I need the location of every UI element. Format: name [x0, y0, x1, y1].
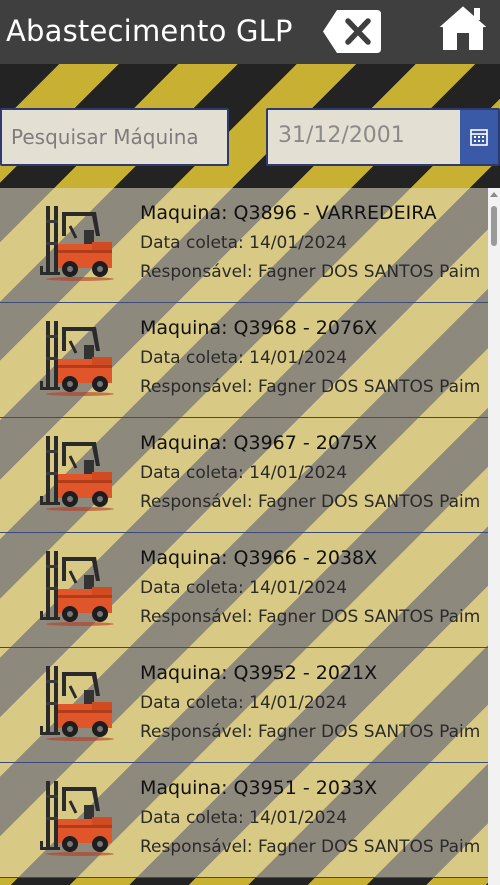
- machine-name: Maquina: Q3966 - 2038X: [140, 547, 378, 569]
- calendar-button[interactable]: [460, 110, 498, 164]
- list-item[interactable]: Maquina: Q3966 - 2038X Data coleta: 14/0…: [0, 533, 488, 648]
- list-item[interactable]: Maquina: Q3968 - 2076X Data coleta: 14/0…: [0, 303, 488, 418]
- forklift-icon: [40, 551, 114, 626]
- date-field[interactable]: 31/12/2001: [266, 108, 500, 166]
- forklift-icon: [40, 666, 114, 741]
- collection-date: Data coleta: 14/01/2024: [140, 463, 348, 483]
- collection-date: Data coleta: 14/01/2024: [140, 693, 348, 713]
- responsible-name: Responsável: Fagner DOS SANTOS Paim: [140, 262, 481, 282]
- machine-name: Maquina: Q3951 - 2033X: [140, 777, 378, 799]
- backspace-x-icon: [323, 10, 381, 53]
- responsible-name: Responsável: Fagner DOS SANTOS Paim: [140, 722, 481, 742]
- home-button[interactable]: [434, 2, 492, 54]
- collection-date: Data coleta: 14/01/2024: [140, 578, 348, 598]
- page-title: Abastecimento GLP: [6, 14, 293, 48]
- list-item[interactable]: Maquina: Q3951 - 2033X Data coleta: 14/0…: [0, 763, 488, 878]
- app-screen: Abastecimento GLP 31/12/2001: [0, 0, 500, 885]
- header-bar: Abastecimento GLP: [0, 0, 500, 64]
- responsible-name: Responsável: Fagner DOS SANTOS Paim: [140, 492, 481, 512]
- responsible-name: Responsável: Fagner DOS SANTOS Paim: [140, 837, 481, 857]
- machine-name: Maquina: Q3968 - 2076X: [140, 317, 378, 339]
- forklift-icon: [40, 781, 114, 856]
- machine-name: Maquina: Q3896 - VARREDEIRA: [140, 202, 437, 224]
- calendar-icon: [470, 129, 488, 146]
- collection-date: Data coleta: 14/01/2024: [140, 348, 348, 368]
- search-machine-input[interactable]: [0, 108, 229, 166]
- list-item[interactable]: Maquina: Q3896 - VARREDEIRA Data coleta:…: [0, 188, 488, 303]
- forklift-icon: [40, 321, 114, 396]
- forklift-icon: [40, 206, 114, 281]
- forklift-icon: [40, 436, 114, 511]
- list-item[interactable]: Maquina: Q3952 - 2021X Data coleta: 14/0…: [0, 648, 488, 763]
- collection-date: Data coleta: 14/01/2024: [140, 808, 348, 828]
- machine-name: Maquina: Q3952 - 2021X: [140, 662, 378, 684]
- list-item[interactable]: Maquina: Q3967 - 2075X Data coleta: 14/0…: [0, 418, 488, 533]
- collection-date: Data coleta: 14/01/2024: [140, 233, 348, 253]
- clear-button[interactable]: [323, 10, 381, 53]
- responsible-name: Responsável: Fagner DOS SANTOS Paim: [140, 377, 481, 397]
- home-icon: [436, 4, 490, 52]
- scrollbar-thumb[interactable]: [491, 206, 497, 246]
- machine-list: Maquina: Q3896 - VARREDEIRA Data coleta:…: [0, 188, 500, 885]
- scroll-up-arrow-icon[interactable]: [490, 192, 498, 197]
- machine-name: Maquina: Q3967 - 2075X: [140, 432, 378, 454]
- scrollbar[interactable]: [488, 188, 500, 885]
- responsible-name: Responsável: Fagner DOS SANTOS Paim: [140, 607, 481, 627]
- date-value: 31/12/2001: [278, 123, 405, 148]
